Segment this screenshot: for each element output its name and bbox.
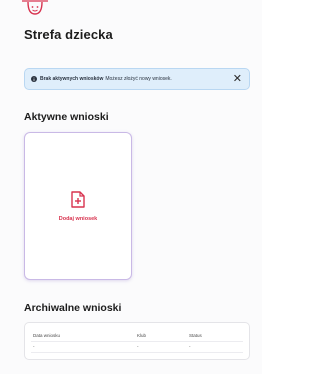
active-section-title: Aktywne wnioski — [24, 111, 109, 123]
alert-text: Możesz złożyć nowy wniosek. — [105, 76, 172, 82]
table-cell-date: - — [33, 344, 35, 349]
info-alert: i Brak aktywnych wniosków Możesz złożyć … — [24, 68, 250, 90]
archive-section-title: Archiwalne wnioski — [24, 302, 122, 314]
close-icon[interactable]: ✕ — [233, 73, 242, 85]
add-application-card[interactable]: Dodaj wniosek — [24, 132, 132, 280]
page-title: Strefa dziecka — [24, 27, 113, 42]
document-plus-icon — [71, 190, 85, 208]
table-divider — [31, 352, 243, 353]
column-header-club: Klub — [137, 333, 147, 338]
app-frame: Strefa dziecka i Brak aktywnych wniosków… — [0, 0, 262, 374]
column-header-status: Status — [189, 333, 202, 338]
info-icon: i — [31, 76, 37, 82]
archive-table: Data wniosku Klub Status - - - — [24, 322, 250, 360]
alert-strong-text: Brak aktywnych wniosków — [40, 76, 104, 82]
add-application-label: Dodaj wniosek — [58, 215, 98, 222]
table-divider — [31, 341, 243, 342]
table-cell-status: - — [189, 344, 191, 349]
logo-icon[interactable] — [22, 0, 48, 18]
table-cell-club: - — [137, 344, 139, 349]
column-header-date: Data wniosku — [33, 333, 61, 338]
